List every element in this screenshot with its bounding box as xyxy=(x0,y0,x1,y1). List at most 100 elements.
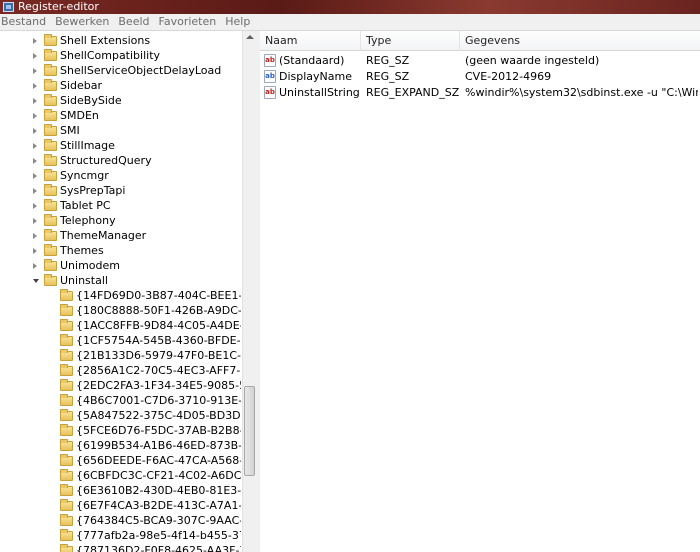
column-header-data[interactable]: Gegevens xyxy=(460,31,700,51)
tree-item-label: SMI xyxy=(60,124,80,137)
tree-item[interactable]: ShellCompatibility xyxy=(0,48,241,63)
tree-subitem[interactable]: {6199B534-A1B6-46ED-873B-97B0ECFI xyxy=(0,438,241,453)
collapsed-arrow-icon[interactable] xyxy=(33,218,37,224)
tree-subitem[interactable]: {777afb2a-98e5-4f14-b455-378a925ca xyxy=(0,528,241,543)
collapsed-arrow-icon[interactable] xyxy=(33,263,37,269)
tree-scrollbar[interactable] xyxy=(242,31,256,552)
tree-subitem[interactable]: {2EDC2FA3-1F34-34E5-9085-588C9EFI xyxy=(0,378,241,393)
collapsed-arrow-icon[interactable] xyxy=(33,158,37,164)
menu-bewerken[interactable]: Bewerken xyxy=(54,14,114,30)
folder-icon xyxy=(60,529,73,541)
value-name: UninstallString xyxy=(279,86,360,99)
registry-tree[interactable]: Shell Extensions ShellCompatibility ShellS… xyxy=(0,31,256,552)
tree-item[interactable]: SMDEn xyxy=(0,108,241,123)
collapsed-arrow-icon[interactable] xyxy=(33,83,37,89)
tree-subitem[interactable]: {787136D2-F0F8-4625-AA3F-72D7795A xyxy=(0,543,241,552)
tree-item[interactable]: Syncmgr xyxy=(0,168,241,183)
tree-subitem-label: {787136D2-F0F8-4625-AA3F-72D7795A xyxy=(76,544,241,552)
tree-subitem-label: {6CBFDC3C-CF21-4C02-A6DC-A5A27( xyxy=(76,469,241,482)
tree-subitem[interactable]: {2856A1C2-70C5-4EC3-AFF7-E5B51E5. xyxy=(0,363,241,378)
value-data: CVE-2012-4969 xyxy=(465,70,552,83)
collapsed-arrow-icon[interactable] xyxy=(33,173,37,179)
tree-subitem[interactable]: {5A847522-375C-4D05-BD3D-88C450C xyxy=(0,408,241,423)
tree-subitem[interactable]: {6CBFDC3C-CF21-4C02-A6DC-A5A27( xyxy=(0,468,241,483)
tree-subitem[interactable]: {6E3610B2-430D-4EB0-81E3-2B57E8B9 xyxy=(0,483,241,498)
menu-help[interactable]: Help xyxy=(224,14,255,30)
folder-icon xyxy=(44,139,57,151)
collapsed-arrow-icon[interactable] xyxy=(33,113,37,119)
expanded-arrow-icon[interactable] xyxy=(33,279,39,283)
regedit-app-icon xyxy=(3,2,14,12)
tree-item[interactable]: Unimodem xyxy=(0,258,241,273)
tree-item[interactable]: Telephony xyxy=(0,213,241,228)
value-data: (geen waarde ingesteld) xyxy=(465,54,600,67)
collapsed-arrow-icon[interactable] xyxy=(33,68,37,74)
tree-item-label: Syncmgr xyxy=(60,169,109,182)
tree-item[interactable]: ShellServiceObjectDelayLoad xyxy=(0,63,241,78)
collapsed-arrow-icon[interactable] xyxy=(33,128,37,134)
tree-item[interactable]: Shell Extensions xyxy=(0,33,241,48)
menu-bestand[interactable]: Bestand xyxy=(0,14,51,30)
tree-item[interactable]: Sidebar xyxy=(0,78,241,93)
menu-favorieten[interactable]: Favorieten xyxy=(158,14,222,30)
folder-icon xyxy=(60,349,73,361)
collapsed-arrow-icon[interactable] xyxy=(33,38,37,44)
collapsed-arrow-icon[interactable] xyxy=(33,53,37,59)
tree-subitem[interactable]: {4B6C7001-C7D6-3710-913E-5BC23FC xyxy=(0,393,241,408)
collapsed-arrow-icon[interactable] xyxy=(33,98,37,104)
tree-item-label: Uninstall xyxy=(60,274,108,287)
folder-icon xyxy=(60,484,73,496)
tree-item[interactable]: SideBySide xyxy=(0,93,241,108)
tree-item[interactable]: Tablet PC xyxy=(0,198,241,213)
value-row[interactable]: ab DisplayName REG_SZ CVE-2012-4969 xyxy=(260,69,700,85)
folder-icon xyxy=(60,334,73,346)
value-row[interactable]: ab UninstallString REG_EXPAND_SZ %windir%\s… xyxy=(260,85,700,101)
tree-subitem[interactable]: {5FCE6D76-F5DC-37AB-B2B8-22AB8C xyxy=(0,423,241,438)
value-row[interactable]: ab (Standaard) REG_SZ (geen waarde ingestel… xyxy=(260,53,700,69)
tree-item-label: Shell Extensions xyxy=(60,34,151,47)
tree-item[interactable]: ThemeManager xyxy=(0,228,241,243)
collapsed-arrow-icon[interactable] xyxy=(33,233,37,239)
folder-icon xyxy=(44,214,57,226)
value-type: REG_SZ xyxy=(366,54,410,67)
folder-icon xyxy=(44,49,57,61)
scroll-thumb[interactable] xyxy=(244,386,255,476)
menu-beeld[interactable]: Beeld xyxy=(117,14,154,30)
tree-subitem[interactable]: {14FD69D0-3B87-404C-BEE1-6390CC1 xyxy=(0,288,241,303)
folder-icon xyxy=(60,364,73,376)
tree-subitem[interactable]: {656DEEDE-F6AC-47CA-A568-A1B4E34 xyxy=(0,453,241,468)
tree-item-label: StructuredQuery xyxy=(60,154,152,167)
tree-subitem[interactable]: {764384C5-BCA9-307C-9AAC-FD4436( xyxy=(0,513,241,528)
folder-icon xyxy=(60,379,73,391)
collapsed-arrow-icon[interactable] xyxy=(33,203,37,209)
tree-subitem[interactable]: {1ACC8FFB-9D84-4C05-A4DE-D28A9E xyxy=(0,318,241,333)
folder-icon xyxy=(60,319,73,331)
collapsed-arrow-icon[interactable] xyxy=(33,188,37,194)
menu-bar: Bestand Bewerken Beeld Favorieten Help xyxy=(0,14,700,31)
tree-subitem[interactable]: {6E7F4CA3-B2DE-413C-A7A1-43AA5B xyxy=(0,498,241,513)
tree-item[interactable]: SysPrepTapi xyxy=(0,183,241,198)
column-header-type[interactable]: Type xyxy=(361,31,460,51)
values-list[interactable]: Naam Type Gegevens ab (Standaard) REG_SZ (g… xyxy=(260,31,700,552)
tree-subitem[interactable]: {1CF5754A-545B-4360-BFDE-2847BC7. xyxy=(0,333,241,348)
tree-item[interactable]: StructuredQuery xyxy=(0,153,241,168)
tree-subitem-label: {764384C5-BCA9-307C-9AAC-FD4436( xyxy=(76,514,241,527)
scroll-up-arrow-icon[interactable] xyxy=(243,31,256,44)
collapsed-arrow-icon[interactable] xyxy=(33,248,37,254)
tree-subitem-label: {2EDC2FA3-1F34-34E5-9085-588C9EFI xyxy=(76,379,241,392)
tree-item[interactable]: StillImage xyxy=(0,138,241,153)
tree-item-label: ShellCompatibility xyxy=(60,49,161,62)
tree-item-label: SideBySide xyxy=(60,94,122,107)
tree-item[interactable]: Themes xyxy=(0,243,241,258)
value-data: %windir%\system32\sdbinst.exe -u "C:\Win… xyxy=(465,86,698,99)
tree-item[interactable]: Uninstall xyxy=(0,273,241,288)
tree-item-label: Unimodem xyxy=(60,259,120,272)
tree-subitem-label: {6E7F4CA3-B2DE-413C-A7A1-43AA5B xyxy=(76,499,241,512)
tree-subitem[interactable]: {180C8888-50F1-426B-A9DC-AB83A19 xyxy=(0,303,241,318)
folder-icon xyxy=(44,109,57,121)
tree-subitem[interactable]: {21B133D6-5979-47F0-BE1C-F6A6B304 xyxy=(0,348,241,363)
values-list-header: Naam Type Gegevens xyxy=(260,31,700,51)
column-header-name[interactable]: Naam xyxy=(260,31,361,51)
collapsed-arrow-icon[interactable] xyxy=(33,143,37,149)
tree-item[interactable]: SMI xyxy=(0,123,241,138)
